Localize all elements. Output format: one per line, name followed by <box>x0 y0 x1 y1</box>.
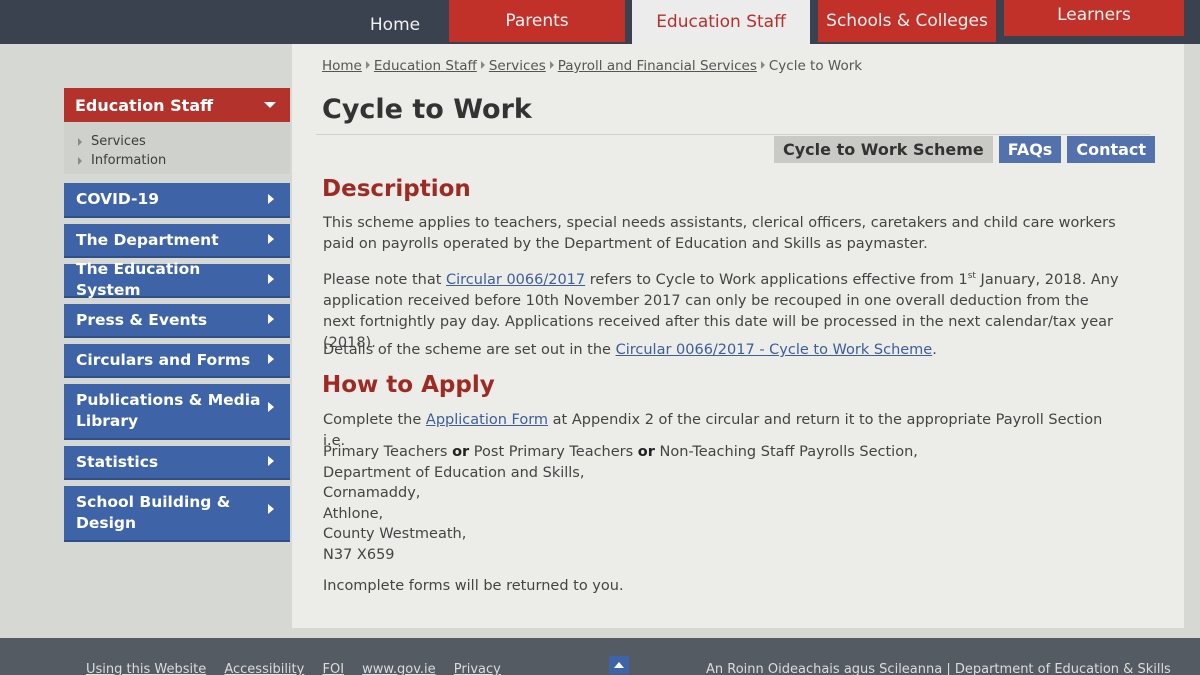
footer-link-gov[interactable]: www.gov.ie <box>362 662 435 675</box>
chevron-right-icon <box>268 234 274 244</box>
description-heading: Description <box>322 176 471 202</box>
address-block: Primary Teachers or Post Primary Teacher… <box>323 442 1123 566</box>
triangle-right-icon <box>549 61 554 69</box>
sidebar-item-label: The Department <box>76 230 219 249</box>
chevron-right-icon <box>268 314 274 324</box>
circular-link[interactable]: Circular 0066/2017 <box>446 272 585 288</box>
sidebar-item-label: The Education System <box>76 260 201 299</box>
footer-link-foi[interactable]: FOI <box>322 662 344 675</box>
footer-department-name: An Roinn Oideachais agus Scileanna | Dep… <box>706 662 1171 675</box>
chevron-right-icon <box>268 504 274 514</box>
tab-schools-colleges[interactable]: Schools & Colleges <box>818 0 996 42</box>
sidebar-item-publications[interactable]: Publications & Media Library <box>64 384 290 440</box>
description-paragraph-3: Details of the scheme are set out in the… <box>323 340 1123 361</box>
sidebar-item-label: Publications & Media Library <box>76 391 261 430</box>
tab-learners[interactable]: Learners <box>1004 0 1184 36</box>
text: refers to Cycle to Work applications eff… <box>585 271 968 288</box>
sidebar-item-label: COVID-19 <box>76 190 160 208</box>
chevron-right-icon <box>268 193 274 204</box>
breadcrumb: Home Education Staff Services Payroll and F… <box>322 58 862 74</box>
sidebar-item-covid[interactable]: COVID-19 <box>64 183 290 218</box>
page-title: Cycle to Work <box>322 94 532 125</box>
top-navigation: Home Parents Education Staff Schools & C… <box>0 0 1200 46</box>
page-actions: Cycle to Work Scheme FAQs Contact <box>774 136 1161 163</box>
description-paragraph-1: This scheme applies to teachers, special… <box>323 215 1116 252</box>
sidebar-item-department[interactable]: The Department <box>64 224 290 258</box>
sidebar-item-press-events[interactable]: Press & Events <box>64 304 290 338</box>
superscript: st <box>967 271 976 281</box>
faqs-button[interactable]: FAQs <box>998 136 1062 163</box>
triangle-right-icon <box>760 61 765 69</box>
chevron-right-icon <box>268 274 274 284</box>
address-line: Athlone, <box>323 505 384 522</box>
breadcrumb-current: Cycle to Work <box>768 58 863 74</box>
main-content: Home Education Staff Services Payroll and F… <box>292 44 1184 628</box>
sidebar-item-statistics[interactable]: Statistics <box>64 446 290 480</box>
chevron-right-icon <box>268 354 274 364</box>
sidebar-item-label: Circulars and Forms <box>76 350 251 369</box>
footer-link-accessibility[interactable]: Accessibility <box>224 662 304 675</box>
sidebar-subitem-services[interactable]: Services <box>76 132 278 151</box>
closing-note: Incomplete forms will be returned to you… <box>323 578 624 594</box>
sidebar-item-education-system[interactable]: The Education System <box>64 260 290 299</box>
sidebar-section-label: Education Staff <box>75 95 214 115</box>
footer: Using this Website Accessibility FOI www… <box>0 638 1200 675</box>
text: Primary Teachers <box>323 444 453 460</box>
application-form-link[interactable]: Application Form <box>426 412 548 428</box>
text: Please note that <box>323 271 446 288</box>
arrow-up-icon <box>614 662 624 668</box>
address-line: Department of Education and Skills, <box>323 464 585 481</box>
address-recipient: Primary Teachers or Post Primary Teacher… <box>323 442 1123 463</box>
footer-links: Using this Website Accessibility FOI www… <box>86 662 515 675</box>
sidebar-item-label: Statistics <box>76 452 159 471</box>
sidebar-item-label: Press & Events <box>76 310 208 329</box>
sidebar-subitem-information[interactable]: Information <box>76 151 278 170</box>
text: Non-Teaching Staff Payrolls Section, <box>654 444 918 460</box>
sidebar: Education Staff Services Information COV… <box>64 88 290 542</box>
tab-education-staff[interactable]: Education Staff <box>632 0 810 44</box>
triangle-right-icon <box>480 61 485 69</box>
sidebar-item-label: School Building & Design <box>76 493 231 532</box>
divider <box>316 134 1150 135</box>
chevron-right-icon <box>268 456 274 466</box>
how-to-apply-heading: How to Apply <box>322 372 495 398</box>
breadcrumb-education-staff[interactable]: Education Staff <box>374 58 477 74</box>
footer-link-privacy[interactable]: Privacy <box>454 662 501 675</box>
tab-parents[interactable]: Parents <box>449 0 625 42</box>
text: . <box>932 342 937 358</box>
sidebar-section-education-staff[interactable]: Education Staff <box>64 88 290 122</box>
sidebar-item-circulars-forms[interactable]: Circulars and Forms <box>64 344 290 378</box>
sidebar-item-school-building[interactable]: School Building & Design <box>64 486 290 542</box>
text: Post Primary Teachers <box>469 444 638 460</box>
back-to-top-button[interactable] <box>609 656 629 674</box>
text: Details of the scheme are set out in the <box>323 342 616 358</box>
text: or <box>637 444 655 460</box>
breadcrumb-payroll[interactable]: Payroll and Financial Services <box>558 58 757 74</box>
chevron-right-icon <box>268 402 274 412</box>
address-line: N37 X659 <box>323 546 395 563</box>
breadcrumb-services[interactable]: Services <box>489 58 546 74</box>
sidebar-subitems: Services Information <box>64 122 290 174</box>
breadcrumb-home[interactable]: Home <box>322 58 362 74</box>
chevron-down-icon <box>264 102 276 108</box>
cycle-to-work-scheme-button[interactable]: Cycle to Work Scheme <box>774 136 993 163</box>
circular-scheme-link[interactable]: Circular 0066/2017 - Cycle to Work Schem… <box>616 342 933 358</box>
footer-link-using-website[interactable]: Using this Website <box>86 662 206 675</box>
text: Complete the <box>323 412 426 428</box>
contact-button[interactable]: Contact <box>1067 136 1156 163</box>
tab-home[interactable]: Home <box>345 4 445 46</box>
triangle-right-icon <box>365 61 370 69</box>
address-line: County Westmeath, <box>323 526 467 543</box>
address-line: Cornamaddy, <box>323 485 421 502</box>
text: or <box>452 444 470 460</box>
